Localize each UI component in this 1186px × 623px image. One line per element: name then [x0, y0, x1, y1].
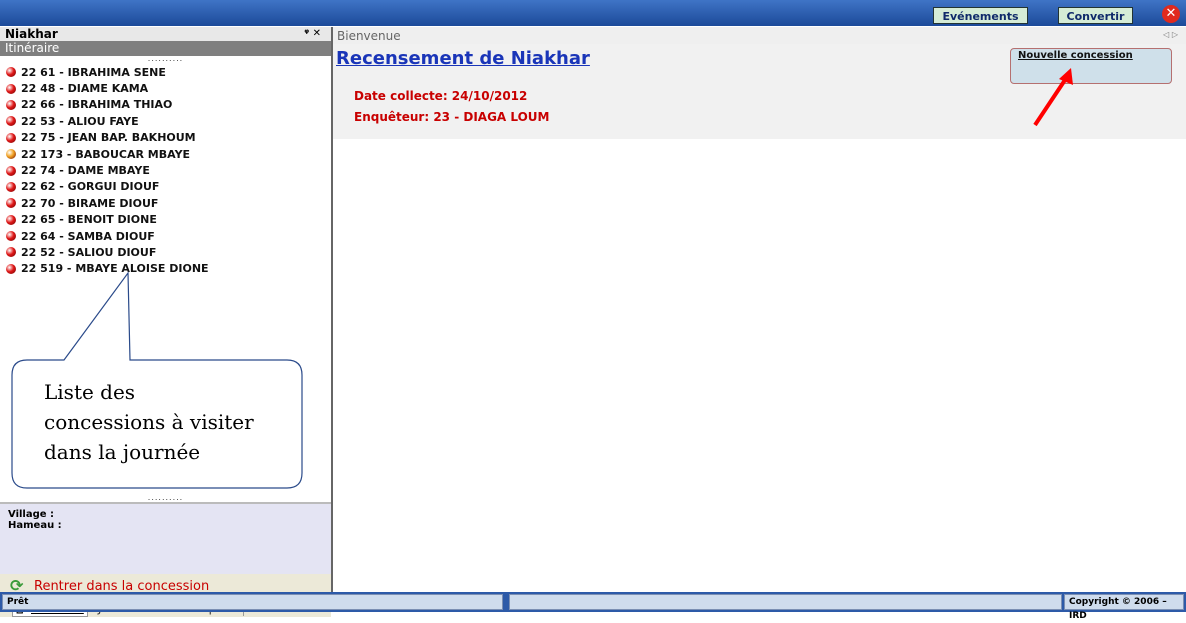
main-panel: Bienvenue ◁ ▷ Recensement de Niakhar Dat… [333, 27, 1186, 592]
callout-text: Liste des concessions à visiter dans la … [44, 377, 294, 467]
convert-button[interactable]: Convertir [1058, 7, 1133, 24]
annotation-arrow-icon [1033, 68, 1073, 127]
status-text: Prêt [2, 594, 503, 610]
close-icon[interactable]: ✕ [1162, 5, 1180, 23]
copyright: Copyright © 2006 – IRD [1064, 594, 1184, 621]
callout-line-3: dans la journée [44, 440, 201, 464]
events-button[interactable]: Evénements [933, 7, 1028, 24]
callout-bubble-icon [11, 271, 303, 489]
status-bar: Prêt Copyright © 2006 – IRD [0, 592, 1186, 621]
callout-line-1: Liste des [44, 380, 136, 404]
callout-line-2: concessions à visiter [44, 410, 254, 434]
status-middle [509, 594, 1062, 610]
